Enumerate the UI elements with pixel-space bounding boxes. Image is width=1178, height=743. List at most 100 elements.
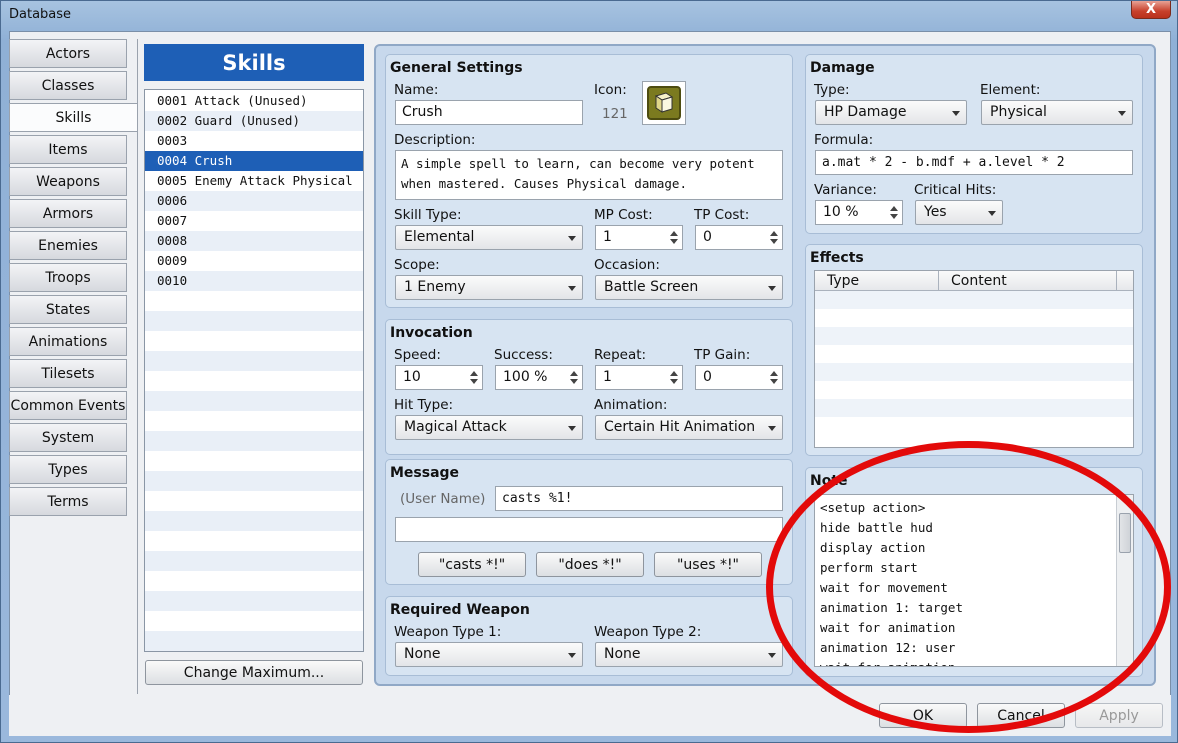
skill-type-label: Skill Type:	[394, 207, 462, 223]
title-bar[interactable]: Database X	[1, 1, 1178, 29]
close-button[interactable]: X	[1131, 1, 1171, 19]
tp-gain-stepper[interactable]: 0	[695, 365, 783, 390]
spin-down-icon[interactable]	[770, 239, 778, 244]
list-item[interactable]: 0003	[145, 131, 363, 151]
tab-common-events[interactable]: Common Events	[9, 391, 127, 420]
tab-terms[interactable]: Terms	[9, 487, 127, 516]
spin-up-icon[interactable]	[670, 231, 678, 236]
ok-button[interactable]: OK	[879, 703, 967, 728]
table-row[interactable]	[815, 327, 1133, 345]
table-row[interactable]	[815, 363, 1133, 381]
spin-up-icon[interactable]	[470, 371, 478, 376]
icon-index: 121	[602, 106, 628, 122]
damage-type-label: Type:	[814, 82, 850, 98]
column-header-type[interactable]: Type	[815, 271, 939, 291]
effects-table-header: Type Content	[815, 271, 1133, 291]
table-row[interactable]	[815, 399, 1133, 417]
spin-down-icon[interactable]	[890, 214, 898, 219]
list-item[interactable]: 0007	[145, 211, 363, 231]
spin-down-icon[interactable]	[670, 239, 678, 244]
list-row-empty	[145, 391, 363, 411]
formula-field[interactable]: a.mat * 2 - b.mdf + a.level * 2	[815, 150, 1133, 175]
message-line1-field[interactable]: casts %1!	[495, 486, 783, 511]
weapon-type2-select[interactable]: None	[595, 642, 783, 667]
message-line2-field[interactable]	[395, 517, 783, 542]
column-header-content[interactable]: Content	[939, 271, 1117, 291]
tab-troops[interactable]: Troops	[9, 263, 127, 292]
spin-down-icon[interactable]	[470, 379, 478, 384]
list-item[interactable]: 0010	[145, 271, 363, 291]
uses-button[interactable]: "uses *!"	[654, 552, 762, 577]
hit-type-select[interactable]: Magical Attack	[395, 415, 583, 440]
scrollbar-thumb[interactable]	[1119, 513, 1131, 553]
note-field[interactable]: <setup action> hide battle hud display a…	[814, 494, 1134, 667]
list-item[interactable]: 0002 Guard (Unused)	[145, 111, 363, 131]
list-item[interactable]: 0005 Enemy Attack Physical	[145, 171, 363, 191]
damage-type-select[interactable]: HP Damage	[815, 100, 967, 125]
cancel-button[interactable]: Cancel	[977, 703, 1065, 728]
critical-hits-select[interactable]: Yes	[915, 200, 1003, 225]
spin-down-icon[interactable]	[770, 379, 778, 384]
scope-select[interactable]: 1 Enemy	[395, 275, 583, 300]
table-row[interactable]	[815, 417, 1133, 435]
list-item-selected[interactable]: 0004 Crush	[145, 151, 363, 171]
tp-cost-stepper[interactable]: 0	[695, 225, 783, 250]
name-label: Name:	[394, 82, 439, 98]
variance-stepper[interactable]: 10 %	[815, 200, 903, 225]
spin-up-icon[interactable]	[770, 231, 778, 236]
tab-items[interactable]: Items	[9, 135, 127, 164]
required-weapon-title: Required Weapon	[390, 602, 530, 618]
list-item[interactable]: 0009	[145, 251, 363, 271]
tab-armors[interactable]: Armors	[9, 199, 127, 228]
does-button[interactable]: "does *!"	[536, 552, 644, 577]
list-item[interactable]: 0008	[145, 231, 363, 251]
window-title: Database	[9, 7, 72, 22]
table-row[interactable]	[815, 291, 1133, 309]
tab-weapons[interactable]: Weapons	[9, 167, 127, 196]
scope-label: Scope:	[394, 257, 440, 273]
skill-type-select[interactable]: Elemental	[395, 225, 583, 250]
apply-button[interactable]: Apply	[1075, 703, 1163, 728]
tab-system[interactable]: System	[9, 423, 127, 452]
change-maximum-button[interactable]: Change Maximum...	[145, 660, 363, 685]
table-row[interactable]	[815, 381, 1133, 399]
list-row-empty	[145, 551, 363, 571]
tab-types[interactable]: Types	[9, 455, 127, 484]
hit-type-label: Hit Type:	[394, 397, 454, 413]
weapon-type1-select[interactable]: None	[395, 642, 583, 667]
spin-up-icon[interactable]	[890, 206, 898, 211]
chevron-down-icon	[988, 211, 996, 216]
element-select[interactable]: Physical	[981, 100, 1133, 125]
spin-up-icon[interactable]	[670, 371, 678, 376]
table-row[interactable]	[815, 309, 1133, 327]
effects-table[interactable]: Type Content	[814, 270, 1134, 448]
list-row-empty	[145, 611, 363, 631]
list-item[interactable]: 0001 Attack (Unused)	[145, 91, 363, 111]
table-row[interactable]	[815, 345, 1133, 363]
animation-select[interactable]: Certain Hit Animation	[595, 415, 783, 440]
spin-down-icon[interactable]	[670, 379, 678, 384]
occasion-select[interactable]: Battle Screen	[595, 275, 783, 300]
skills-list[interactable]: 0001 Attack (Unused) 0002 Guard (Unused)…	[144, 89, 364, 652]
tab-classes[interactable]: Classes	[9, 71, 127, 100]
element-label: Element:	[980, 82, 1041, 98]
note-scrollbar[interactable]	[1116, 495, 1133, 666]
spin-up-icon[interactable]	[770, 371, 778, 376]
speed-stepper[interactable]: 10	[395, 365, 483, 390]
list-item[interactable]: 0006	[145, 191, 363, 211]
tab-animations[interactable]: Animations	[9, 327, 127, 356]
mp-cost-stepper[interactable]: 1	[595, 225, 683, 250]
tab-states[interactable]: States	[9, 295, 127, 324]
tab-enemies[interactable]: Enemies	[9, 231, 127, 260]
tab-tilesets[interactable]: Tilesets	[9, 359, 127, 388]
name-field[interactable]: Crush	[395, 100, 583, 125]
tab-actors[interactable]: Actors	[9, 39, 127, 68]
spin-up-icon[interactable]	[570, 371, 578, 376]
tab-skills[interactable]: Skills	[9, 103, 137, 132]
icon-picker[interactable]	[642, 81, 686, 125]
casts-button[interactable]: "casts *!"	[418, 552, 526, 577]
repeat-stepper[interactable]: 1	[595, 365, 683, 390]
description-field[interactable]: A simple spell to learn, can become very…	[395, 150, 783, 200]
spin-down-icon[interactable]	[570, 379, 578, 384]
success-stepper[interactable]: 100 %	[495, 365, 583, 390]
